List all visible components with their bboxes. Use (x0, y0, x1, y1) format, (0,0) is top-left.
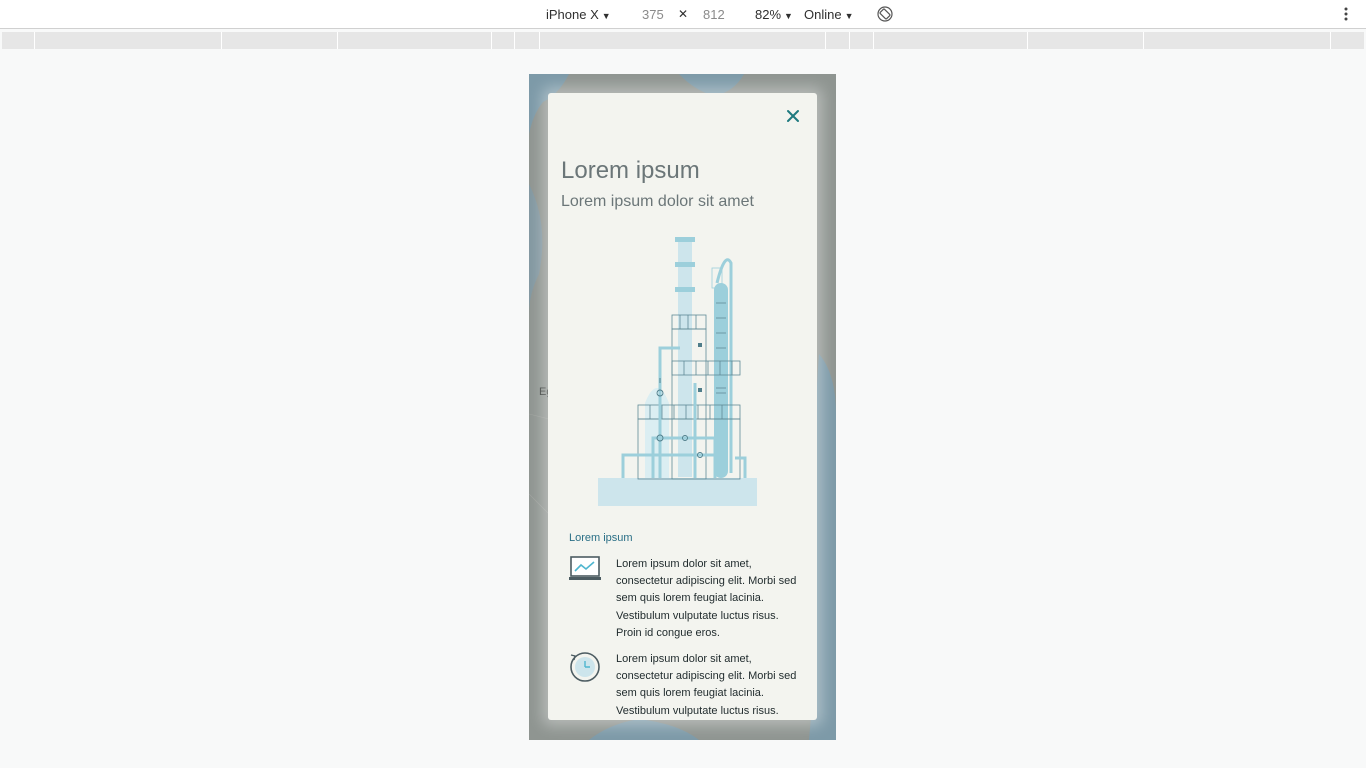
zoom-select[interactable]: 82% ▼ (755, 7, 793, 22)
feature-text: Lorem ipsum dolor sit amet, consectetur … (616, 653, 797, 717)
section-heading: Lorem ipsum (569, 532, 633, 544)
mq-divider (873, 32, 874, 49)
width-input[interactable]: 375 (642, 7, 664, 22)
device-name: iPhone X (546, 7, 599, 22)
more-options-icon[interactable] (1338, 6, 1354, 22)
mq-divider (221, 32, 222, 49)
modal-title: Lorem ipsum (561, 157, 700, 184)
device-select[interactable]: iPhone X ▼ (546, 7, 611, 22)
mq-divider (1027, 32, 1028, 49)
device-toolbar: iPhone X ▼ 375 ✕ 812 82% ▼ Online ▼ (0, 0, 1366, 29)
mq-divider (1143, 32, 1144, 49)
feature-text: Lorem ipsum dolor sit amet, consectetur … (616, 558, 797, 639)
caret-down-icon: ▼ (844, 11, 854, 21)
mq-divider (337, 32, 338, 49)
zoom-value: 82% (755, 7, 782, 22)
mq-divider (539, 32, 540, 49)
network-throttle-select[interactable]: Online ▼ (804, 7, 854, 22)
refinery-illustration (598, 237, 757, 506)
mq-divider (514, 32, 515, 49)
modal-subtitle: Lorem ipsum dolor sit amet (561, 193, 754, 210)
caret-down-icon: ▼ (601, 11, 611, 21)
close-icon[interactable] (783, 106, 803, 126)
dimension-separator: ✕ (678, 7, 689, 21)
height-input[interactable]: 812 (703, 7, 725, 22)
network-value: Online (804, 7, 842, 22)
caret-down-icon: ▼ (784, 11, 793, 21)
clock-refresh-icon (570, 652, 600, 682)
device-viewport: Eg Lorem ipsum Lorem ipsum dolor sit ame… (529, 74, 836, 740)
info-modal: Lorem ipsum Lorem ipsum dolor sit amet L… (548, 93, 817, 720)
media-query-bar[interactable] (2, 32, 1364, 49)
rotate-icon[interactable] (877, 6, 893, 22)
mq-divider (34, 32, 35, 49)
mq-divider (491, 32, 492, 49)
laptop-chart-icon (569, 556, 601, 580)
mq-divider (825, 32, 826, 49)
mq-divider (849, 32, 850, 49)
mq-divider (1330, 32, 1331, 49)
